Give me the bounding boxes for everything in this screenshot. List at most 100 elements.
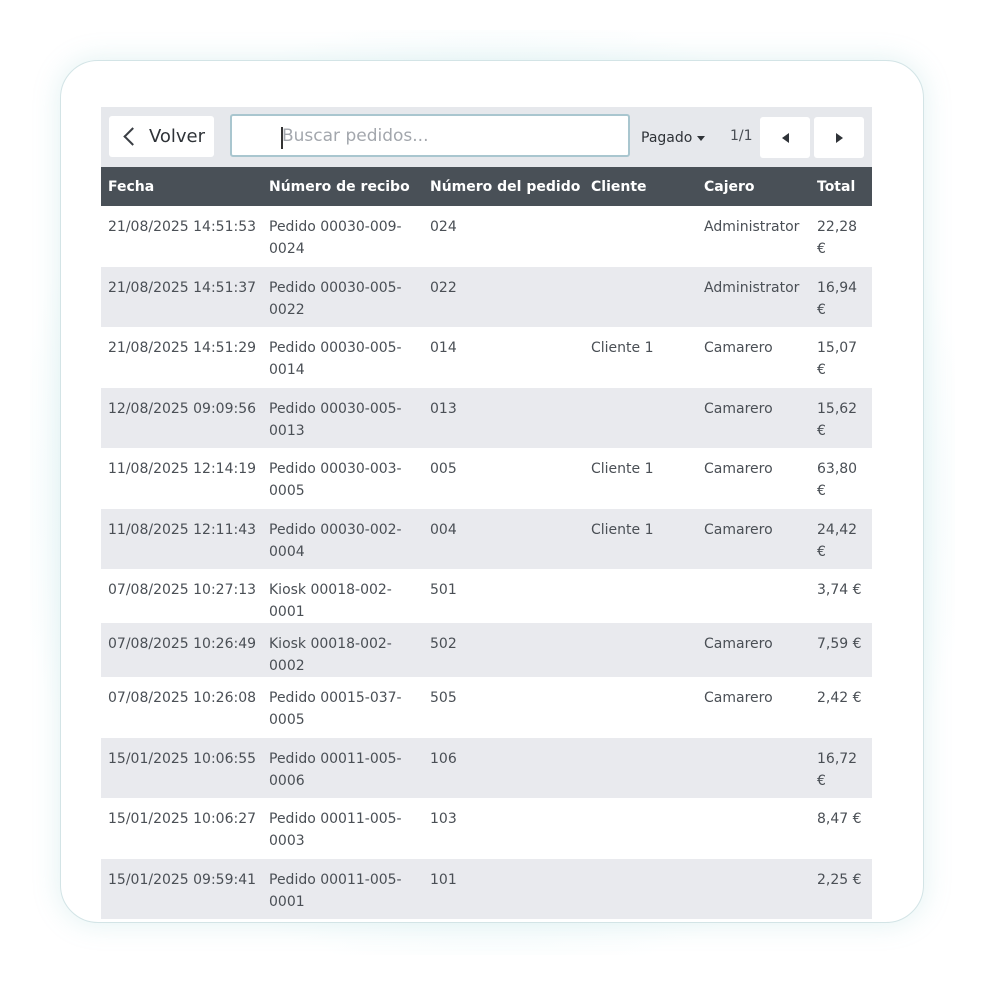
cell-fecha: 07/08/2025 10:26:49 bbox=[101, 623, 262, 677]
toolbar: Volver Pagado 1/1 bbox=[101, 107, 872, 167]
cell-total: 2,25 € bbox=[810, 858, 872, 919]
status-filter-dropdown[interactable]: Pagado bbox=[641, 127, 706, 149]
cell-recibo: Pedido 00011-005-0001 bbox=[262, 858, 423, 919]
cell-pedido: 022 bbox=[423, 266, 584, 327]
cell-recibo: Pedido 00011-005-0003 bbox=[269, 811, 402, 849]
table-row[interactable]: 07/08/2025 10:26:49 Kiosk 00018-002-0002… bbox=[101, 623, 872, 677]
cell-fecha: 07/08/2025 10:26:08 bbox=[108, 690, 257, 706]
search-input[interactable] bbox=[230, 114, 630, 157]
cell-cajero: Administrator bbox=[697, 266, 810, 327]
chevron-left-icon bbox=[123, 127, 142, 146]
cell-total: 63,80 € bbox=[817, 461, 858, 499]
cell-cliente bbox=[584, 266, 697, 327]
table-row[interactable]: 11/08/2025 12:11:43 Pedido 00030-002-000… bbox=[101, 508, 872, 569]
cell-fecha: 21/08/2025 14:51:37 bbox=[101, 266, 262, 327]
cell-fecha: 07/08/2025 10:27:13 bbox=[108, 582, 257, 598]
cell-cajero: Camarero bbox=[697, 508, 810, 569]
cell-pedido: 014 bbox=[430, 340, 457, 356]
cell-fecha: 15/01/2025 10:06:55 bbox=[101, 737, 262, 798]
cell-recibo: Pedido 00015-037-0005 bbox=[269, 690, 402, 728]
cell-fecha: 12/08/2025 09:09:56 bbox=[101, 387, 262, 448]
back-button[interactable]: Volver bbox=[109, 116, 214, 157]
cell-cajero: Camarero bbox=[697, 387, 810, 448]
table-row[interactable]: 11/08/2025 12:14:19 Pedido 00030-003-000… bbox=[101, 448, 872, 509]
table-row[interactable]: 21/08/2025 14:51:53 Pedido 00030-009-002… bbox=[101, 206, 872, 267]
orders-table: Fecha Número de recibo Número del pedido… bbox=[101, 167, 872, 919]
cell-cajero: Camarero bbox=[697, 623, 810, 677]
cell-cajero: Camarero bbox=[704, 340, 773, 356]
table-row[interactable]: 15/01/2025 10:06:55 Pedido 00011-005-000… bbox=[101, 737, 872, 798]
status-filter-value: Pagado bbox=[641, 130, 693, 146]
table-row[interactable]: 21/08/2025 14:51:37 Pedido 00030-005-002… bbox=[101, 266, 872, 327]
table-row[interactable]: 15/01/2025 10:06:27 Pedido 00011-005-000… bbox=[101, 798, 872, 859]
table-row[interactable]: 07/08/2025 10:26:08 Pedido 00015-037-000… bbox=[101, 677, 872, 738]
page-indicator: 1/1 bbox=[730, 128, 753, 144]
column-header-total[interactable]: Total bbox=[810, 167, 872, 206]
cell-cajero: Administrator bbox=[704, 219, 800, 235]
cell-recibo: Kiosk 00018-002-0002 bbox=[262, 623, 423, 677]
column-header-pedido[interactable]: Número del pedido bbox=[423, 167, 584, 206]
cell-cliente bbox=[584, 569, 697, 623]
cell-recibo: Pedido 00030-005-0014 bbox=[269, 340, 402, 378]
cell-total: 24,42 € bbox=[810, 508, 872, 569]
cell-fecha: 11/08/2025 12:14:19 bbox=[108, 461, 257, 477]
cell-cliente bbox=[584, 798, 697, 859]
cell-total: 16,94 € bbox=[810, 266, 872, 327]
cell-pedido: 103 bbox=[430, 811, 457, 827]
caret-down-icon bbox=[697, 135, 706, 141]
cell-cliente: Cliente 1 bbox=[584, 508, 697, 569]
cell-cliente: Cliente 1 bbox=[591, 461, 654, 477]
cell-cliente bbox=[584, 387, 697, 448]
cell-pedido: 505 bbox=[430, 690, 457, 706]
cell-pedido: 013 bbox=[423, 387, 584, 448]
cell-cliente bbox=[584, 623, 697, 677]
cell-pedido: 502 bbox=[423, 623, 584, 677]
table-row[interactable]: 12/08/2025 09:09:56 Pedido 00030-005-001… bbox=[101, 387, 872, 448]
cell-total: 22,28 € bbox=[817, 219, 858, 257]
column-header-cliente[interactable]: Cliente bbox=[584, 167, 697, 206]
orders-panel: Volver Pagado 1/1 Fecha Número de recibo… bbox=[101, 107, 872, 919]
cell-recibo: Pedido 00030-002-0004 bbox=[262, 508, 423, 569]
triangle-right-icon bbox=[835, 132, 843, 143]
text-cursor bbox=[281, 127, 283, 149]
column-header-recibo[interactable]: Número de recibo bbox=[262, 167, 423, 206]
cell-fecha: 21/08/2025 14:51:53 bbox=[108, 219, 257, 235]
table-header-row: Fecha Número de recibo Número del pedido… bbox=[101, 167, 872, 206]
cell-cliente bbox=[584, 858, 697, 919]
cell-pedido: 024 bbox=[430, 219, 457, 235]
next-page-button[interactable] bbox=[814, 117, 864, 158]
cell-cliente bbox=[584, 677, 697, 738]
triangle-left-icon bbox=[781, 132, 789, 143]
cell-recibo: Pedido 00030-003-0005 bbox=[269, 461, 402, 499]
cell-recibo: Pedido 00030-005-0022 bbox=[262, 266, 423, 327]
cell-cajero bbox=[697, 569, 810, 623]
cell-cajero: Camarero bbox=[704, 461, 773, 477]
cell-cajero bbox=[697, 858, 810, 919]
column-header-cajero[interactable]: Cajero bbox=[697, 167, 810, 206]
cell-total: 3,74 € bbox=[817, 582, 862, 598]
column-header-fecha[interactable]: Fecha bbox=[101, 167, 262, 206]
cell-fecha: 15/01/2025 10:06:27 bbox=[108, 811, 257, 827]
cell-pedido: 101 bbox=[423, 858, 584, 919]
back-button-label: Volver bbox=[148, 126, 206, 147]
cell-total: 16,72 € bbox=[810, 737, 872, 798]
table-row[interactable]: 07/08/2025 10:27:13 Kiosk 00018-002-0001… bbox=[101, 569, 872, 623]
cell-recibo: Kiosk 00018-002-0001 bbox=[269, 582, 392, 620]
cell-pedido: 106 bbox=[423, 737, 584, 798]
table-row[interactable]: 21/08/2025 14:51:29 Pedido 00030-005-001… bbox=[101, 327, 872, 388]
cell-pedido: 501 bbox=[430, 582, 457, 598]
cell-recibo: Pedido 00030-005-0013 bbox=[262, 387, 423, 448]
table-row[interactable]: 15/01/2025 09:59:41 Pedido 00011-005-000… bbox=[101, 858, 872, 919]
cell-recibo: Pedido 00011-005-0006 bbox=[262, 737, 423, 798]
cell-total: 15,07 € bbox=[817, 340, 858, 378]
cell-cajero bbox=[697, 798, 810, 859]
cell-fecha: 21/08/2025 14:51:29 bbox=[108, 340, 257, 356]
cell-total: 2,42 € bbox=[817, 690, 862, 706]
cell-cajero bbox=[697, 737, 810, 798]
cell-total: 15,62 € bbox=[810, 387, 872, 448]
cell-pedido: 005 bbox=[430, 461, 457, 477]
prev-page-button[interactable] bbox=[760, 117, 810, 158]
cell-pedido: 004 bbox=[423, 508, 584, 569]
cell-cliente bbox=[584, 737, 697, 798]
cell-fecha: 15/01/2025 09:59:41 bbox=[101, 858, 262, 919]
